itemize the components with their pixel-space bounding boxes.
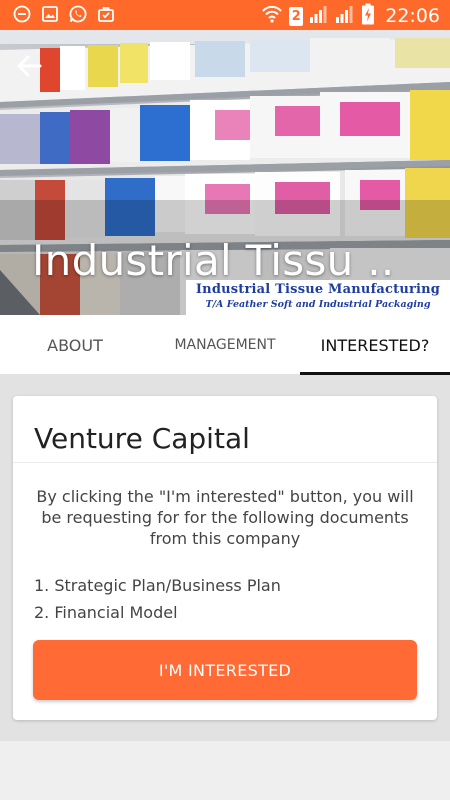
sim-badge: 2 xyxy=(289,6,304,26)
banner-line-2: T/A Feather Soft and Industrial Packagin… xyxy=(205,299,431,310)
card-title: Venture Capital xyxy=(34,422,250,455)
tab-bar: ABOUT MANAGEMENT INTERESTED? xyxy=(0,315,450,375)
card-divider xyxy=(13,462,437,463)
image-icon xyxy=(40,4,60,24)
hero-image: Industrial Tissu .. Industrial Tissue Ma… xyxy=(0,30,450,315)
signal-icon xyxy=(309,4,329,28)
card-description: By clicking the "I'm interested" button,… xyxy=(36,487,414,548)
system-icons: 2 22:06 xyxy=(261,3,440,29)
tab-interested[interactable]: INTERESTED? xyxy=(300,315,450,375)
im-interested-button[interactable]: I'M INTERESTED xyxy=(33,640,417,700)
tab-content: Venture Capital By clicking the "I'm int… xyxy=(0,375,450,741)
interest-card: Venture Capital By clicking the "I'm int… xyxy=(13,396,437,720)
page-background xyxy=(0,741,450,800)
whatsapp-icon xyxy=(68,4,88,24)
document-item: 2. Financial Model xyxy=(34,603,178,622)
clock: 22:06 xyxy=(385,5,440,27)
minus-circle-icon xyxy=(12,4,32,24)
tab-about[interactable]: ABOUT xyxy=(0,315,150,375)
wifi-icon xyxy=(261,4,283,28)
back-arrow-icon[interactable] xyxy=(14,52,46,80)
battery-charging-icon xyxy=(361,3,375,29)
document-list: 1. Strategic Plan/Business Plan 2. Finan… xyxy=(34,572,281,626)
document-item: 1. Strategic Plan/Business Plan xyxy=(34,576,281,595)
company-title: Industrial Tissu .. xyxy=(32,236,395,285)
company-banner: Industrial Tissue Manufacturing T/A Feat… xyxy=(186,280,450,315)
signal-icon-2 xyxy=(335,4,355,28)
notification-icons xyxy=(12,4,116,24)
banner-line-1: Industrial Tissue Manufacturing xyxy=(195,282,441,297)
status-bar: 2 22:06 xyxy=(0,0,450,30)
briefcase-icon xyxy=(96,4,116,24)
tab-management[interactable]: MANAGEMENT xyxy=(150,315,300,375)
